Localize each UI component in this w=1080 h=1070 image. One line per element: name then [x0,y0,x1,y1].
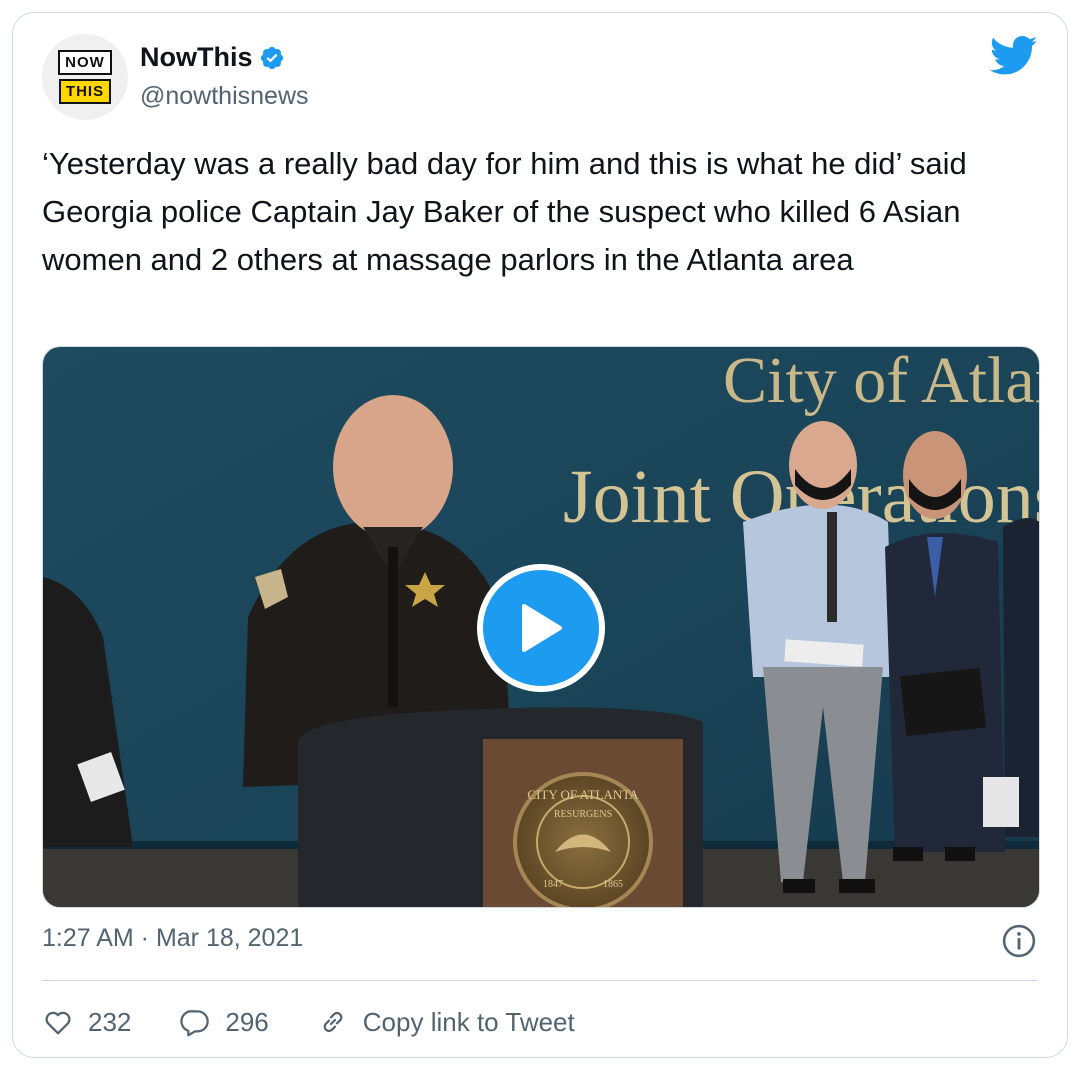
seal-year-left: 1847 [543,879,563,890]
info-icon[interactable] [1002,924,1036,958]
suited-man-shoe-right [945,847,975,861]
link-icon [323,1011,343,1033]
like-button[interactable]: 232 [42,1006,131,1038]
author-name-row[interactable]: NowThis [140,42,285,73]
play-button[interactable] [477,564,605,692]
officer-head [333,395,453,539]
trooper-shoe-left [783,879,815,893]
heart-icon [45,1011,71,1035]
reply-button[interactable]: 296 [179,1006,269,1038]
verified-badge-icon [260,46,283,69]
paper-bag [983,777,1019,827]
logo-now-text: NOW [58,50,112,75]
seal-year-right: 1865 [603,879,623,890]
logo-this-text: THIS [58,79,112,104]
avatar[interactable]: NOW THIS [42,34,128,120]
author-name[interactable]: NowThis [140,42,253,73]
like-count: 232 [88,1006,132,1037]
copy-link-button[interactable]: Copy link to Tweet [317,1006,575,1038]
tweet-text: ‘Yesterday was a really bad day for him … [42,146,967,277]
trooper-shoe-right [839,879,875,893]
seal-motto: RESURGENS [554,809,612,820]
author-handle[interactable]: @nowthisnews [140,82,309,111]
action-bar: 232 296 Copy link to Tweet [42,998,623,1046]
wall-sign-line1: City of Atlan [723,347,1039,417]
play-icon [522,604,562,652]
tweet-timestamp[interactable]: 1:27 AM · Mar 18, 2021 [42,924,303,953]
suited-man-shoe-left [893,847,923,861]
reply-icon [180,1010,210,1037]
twitter-bird-icon[interactable] [990,36,1038,76]
copy-link-label: Copy link to Tweet [362,1006,575,1037]
trooper-tie [827,512,837,622]
reply-count: 296 [225,1006,269,1037]
seal-text: CITY OF ATLANTA [527,787,639,802]
actions-divider [42,980,1038,981]
officer-tie [388,547,398,707]
suited-man-folder [900,667,986,737]
